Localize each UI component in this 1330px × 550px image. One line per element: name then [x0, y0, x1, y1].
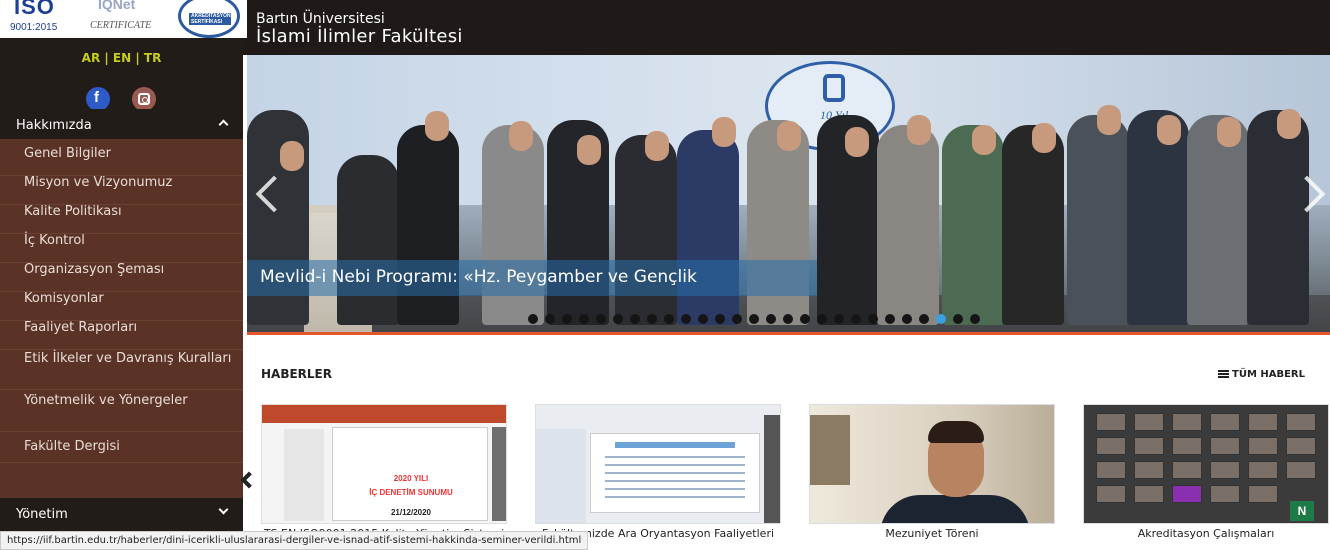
sidebar-item-etik-ilkeler[interactable]: Etik İlkeler ve Davranış Kuralları: [0, 350, 243, 390]
instagram-icon[interactable]: [132, 87, 156, 111]
slider-dot[interactable]: [545, 314, 555, 324]
slider-dot[interactable]: [528, 314, 538, 324]
university-name[interactable]: Bartın Üniversitesi: [256, 11, 385, 27]
iso-number: 9001:2015: [10, 22, 58, 33]
slide-caption[interactable]: Mevlid-i Nebi Programı: «Hz. Peygamber v…: [247, 260, 817, 296]
slider-dot[interactable]: [817, 314, 827, 324]
person: [615, 135, 677, 325]
chevron-down-icon: [218, 504, 229, 515]
slider-dot[interactable]: [715, 314, 725, 324]
person: [337, 155, 399, 325]
submenu: Genel Bilgiler Misyon ve Vizyonumuz Kali…: [0, 139, 243, 498]
slider-dot[interactable]: [664, 314, 674, 324]
slider-dot[interactable]: [749, 314, 759, 324]
slider-dot[interactable]: [834, 314, 844, 324]
certificate-strip: ISO 9001:2015 IQNet CERTIFICATE AKREDİTA…: [0, 0, 247, 38]
news-card[interactable]: [809, 404, 1055, 524]
language-switcher[interactable]: AR | EN | TR: [0, 51, 243, 65]
menu-section-hakkimizda[interactable]: Hakkımızda: [0, 109, 243, 139]
news-heading: HABERLER: [261, 367, 332, 381]
news-card-caption[interactable]: Akreditasyon Çalışmaları: [1083, 527, 1329, 540]
slider-dot[interactable]: [970, 314, 980, 324]
slider-underline: [247, 332, 1330, 335]
iso-logo: ISO 9001:2015: [6, 0, 70, 36]
presentation-slide: 2020 YILI İÇ DENETİM SUNUMU 21/12/2020: [332, 427, 488, 521]
menu-section-label: Yönetim: [16, 507, 68, 522]
menu-section-label: Hakkımızda: [16, 118, 92, 133]
sidebar-item-fakulte-dergisi[interactable]: Fakülte Dergisi: [0, 434, 243, 463]
slider-dot[interactable]: [579, 314, 589, 324]
news-card-caption[interactable]: Mezuniyet Töreni: [809, 527, 1055, 540]
list-icon: [1218, 370, 1229, 378]
slider-dot[interactable]: [613, 314, 623, 324]
slider-dot[interactable]: [783, 314, 793, 324]
iqnet-certificate-logo: IQNet CERTIFICATE: [82, 0, 152, 36]
slider-dot[interactable]: [851, 314, 861, 324]
news-card[interactable]: N: [1083, 404, 1329, 524]
slider-dot[interactable]: [953, 314, 963, 324]
sidebar-item-organizasyon-semasi[interactable]: Organizasyon Şeması: [0, 263, 243, 292]
slider-dot[interactable]: [936, 314, 946, 324]
person: [1127, 110, 1189, 325]
sidebar-item-faaliyet-raporlari[interactable]: Faaliyet Raporları: [0, 321, 243, 350]
person: [1247, 110, 1309, 325]
person: [1187, 115, 1249, 325]
slider-pagination: [528, 314, 987, 326]
person: [942, 125, 1004, 325]
news-card[interactable]: 2020 YILI İÇ DENETİM SUNUMU 21/12/2020: [261, 404, 507, 524]
facebook-icon[interactable]: f: [86, 87, 110, 111]
participant-tile: N: [1290, 501, 1314, 521]
accreditation-seal: AKREDİTASYON SERTİFİKASI: [178, 0, 240, 38]
news-prev-arrow-icon[interactable]: [240, 471, 258, 489]
slider-dot[interactable]: [868, 314, 878, 324]
slider-dot[interactable]: [902, 314, 912, 324]
slide-line: İÇ DENETİM SUNUMU: [369, 488, 453, 497]
slider-dot[interactable]: [732, 314, 742, 324]
slider-dot[interactable]: [681, 314, 691, 324]
slider-dot[interactable]: [630, 314, 640, 324]
presentation-slide: [590, 433, 760, 513]
slider-dot[interactable]: [647, 314, 657, 324]
slide-date: 21/12/2020: [390, 508, 432, 517]
chevron-up-icon: [218, 119, 229, 130]
news-card[interactable]: [535, 404, 781, 524]
all-news-link[interactable]: TÜM HABERL: [1218, 369, 1305, 380]
cert-label: CERTIFICATE: [90, 20, 152, 31]
slider-dot[interactable]: [698, 314, 708, 324]
sidebar-item-genel-bilgiler[interactable]: Genel Bilgiler: [0, 147, 243, 176]
slider-dot[interactable]: [596, 314, 606, 324]
slider-dot[interactable]: [885, 314, 895, 324]
sidebar-item-kalite-politikasi[interactable]: Kalite Politikası: [0, 205, 243, 234]
slider-dot[interactable]: [766, 314, 776, 324]
slider-dot[interactable]: [800, 314, 810, 324]
accreditation-text: AKREDİTASYON SERTİFİKASI: [191, 13, 231, 25]
all-news-label: TÜM HABERL: [1232, 369, 1306, 380]
person: [1067, 115, 1129, 325]
menu-section-yonetim[interactable]: Yönetim: [0, 498, 243, 532]
person: [877, 125, 939, 325]
cert-top: IQNet: [98, 0, 136, 12]
slider-dot[interactable]: [562, 314, 572, 324]
slide-caption-text: Mevlid-i Nebi Programı: «Hz. Peygamber v…: [260, 267, 697, 287]
faculty-name[interactable]: İslami İlimler Fakültesi: [256, 26, 463, 47]
slider-dot[interactable]: [919, 314, 929, 324]
sidebar-item-komisyonlar[interactable]: Komisyonlar: [0, 292, 243, 321]
iso-title: ISO: [14, 0, 55, 19]
slide-line: 2020 YILI: [393, 474, 429, 483]
status-bar-url: https://iif.bartin.edu.tr/haberler/dini-…: [0, 531, 589, 550]
sidebar-item-yonetmelik[interactable]: Yönetmelik ve Yönergeler: [0, 392, 243, 432]
sidebar-item-misyon-vizyon[interactable]: Misyon ve Vizyonumuz: [0, 176, 243, 205]
sidebar-item-ic-kontrol[interactable]: İç Kontrol: [0, 234, 243, 263]
person: [1002, 125, 1064, 325]
image-slider[interactable]: 10.Yıl Mevlid-i Nebi Programı: «Hz. Peyg…: [247, 55, 1330, 333]
